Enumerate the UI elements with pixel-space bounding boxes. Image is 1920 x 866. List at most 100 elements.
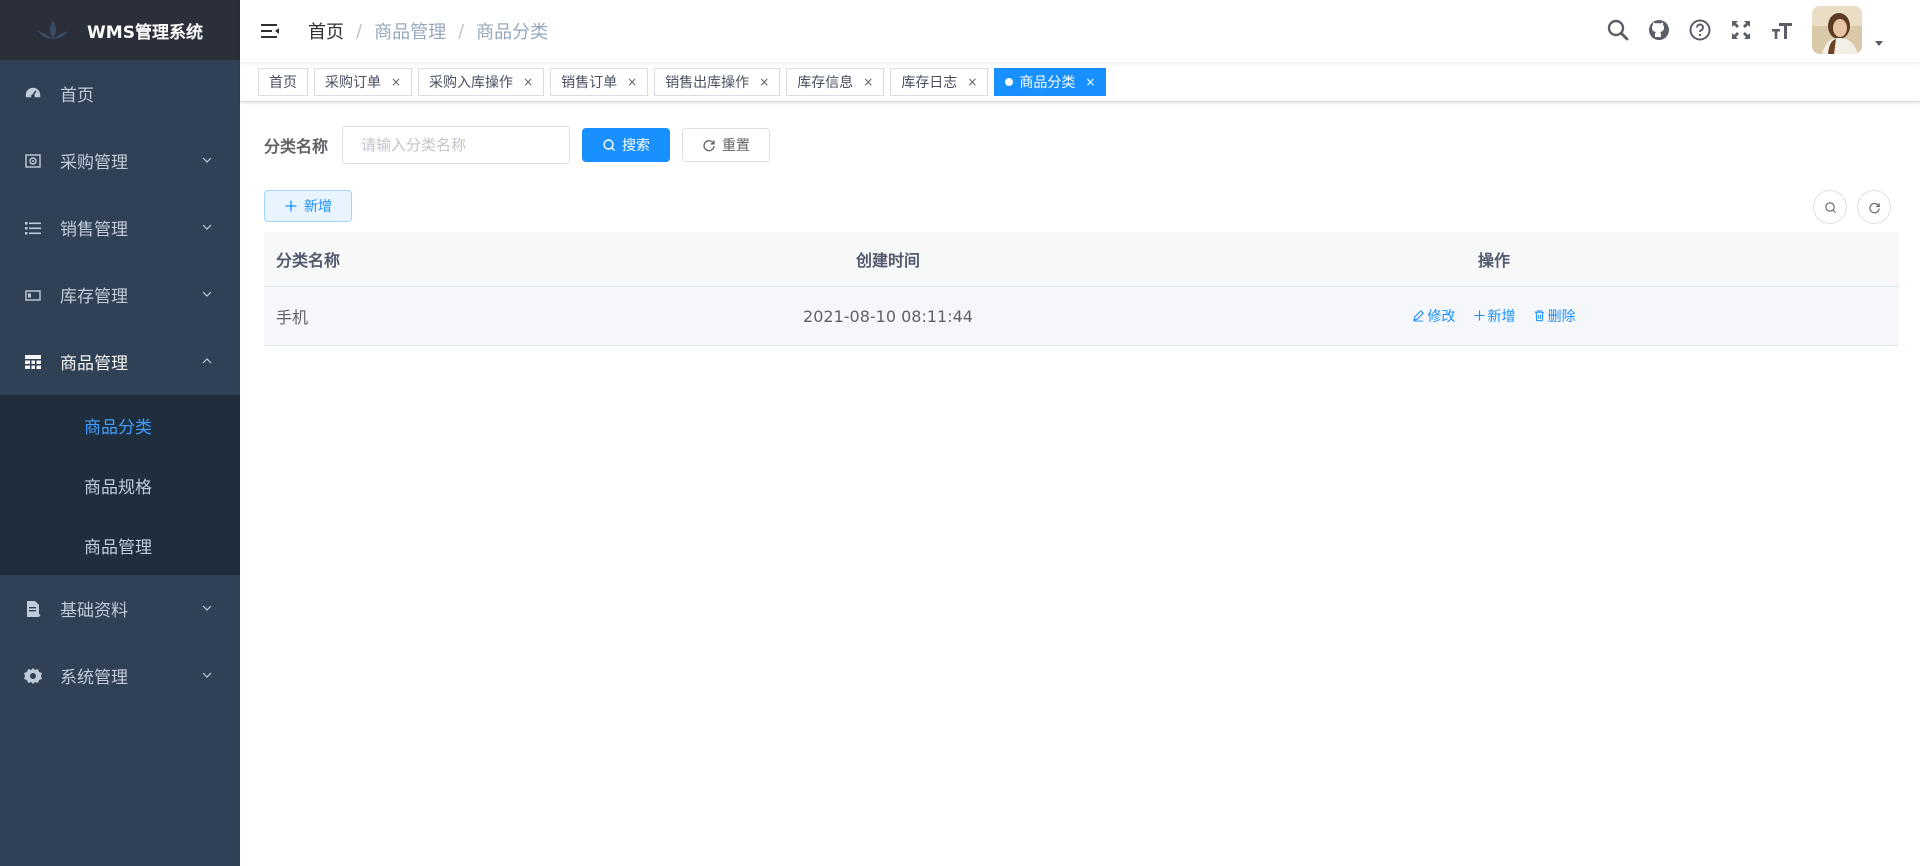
search-icon — [603, 139, 616, 151]
breadcrumb-item-home[interactable]: 首页 — [308, 18, 344, 44]
tag-purchase-inbound[interactable]: 采购入库操作 × — [418, 68, 545, 96]
search-form: 分类名称 搜索 重置 — [264, 126, 1896, 164]
table-row[interactable]: 手机 2021-08-10 08:11:44 修改 新增 删除 — [264, 286, 1899, 346]
chevron-down-icon — [202, 605, 212, 611]
main-area: 首页 / 商品管理 / 商品分类 首页 采购订单 × 采购入库操作 × 销售订单… — [240, 0, 1920, 866]
tag-label: 采购订单 — [325, 75, 381, 91]
breadcrumb-separator: / — [356, 20, 363, 42]
chevron-up-icon — [202, 358, 212, 364]
sidebar-subitem-product-manage[interactable]: 商品管理 — [0, 515, 240, 575]
delete-button[interactable]: 删除 — [1533, 306, 1576, 326]
tag-purchase-order[interactable]: 采购订单 × — [314, 68, 413, 96]
category-table: 分类名称 创建时间 操作 手机 2021-08-10 08:11:44 修改 新… — [264, 232, 1899, 346]
search-icon — [1824, 201, 1836, 213]
search-icon[interactable] — [1606, 18, 1630, 42]
stock-icon — [24, 286, 42, 304]
close-icon[interactable]: × — [627, 75, 637, 89]
add-child-label: 新增 — [1487, 308, 1516, 325]
close-icon[interactable]: × — [863, 75, 873, 89]
search-button[interactable]: 搜索 — [582, 128, 671, 162]
avatar[interactable] — [1812, 6, 1862, 54]
cell-actions: 修改 新增 删除 — [1089, 286, 1899, 346]
close-icon[interactable]: × — [391, 75, 401, 89]
sidebar: WMS管理系统 首页 采购管理 销售管理 库存管理 商品管理 商品分类 商品规格… — [0, 0, 240, 866]
delete-label: 删除 — [1547, 308, 1576, 325]
fullscreen-icon[interactable] — [1729, 18, 1753, 42]
sidebar-item-sales[interactable]: 销售管理 — [0, 194, 240, 261]
right-menu — [1589, 6, 1884, 54]
refresh-icon — [1868, 202, 1880, 213]
toggle-search-button[interactable] — [1813, 190, 1847, 224]
reset-button-label: 重置 — [722, 138, 751, 154]
navbar: 首页 / 商品管理 / 商品分类 — [240, 0, 1920, 63]
tags-view: 首页 采购订单 × 采购入库操作 × 销售订单 × 销售出库操作 × 库存信息 … — [240, 63, 1920, 102]
close-icon[interactable]: × — [759, 75, 769, 89]
reset-button[interactable]: 重置 — [682, 128, 771, 162]
sidebar-item-home[interactable]: 首页 — [0, 60, 240, 127]
table-icon — [24, 353, 42, 371]
plus-icon — [285, 200, 297, 212]
breadcrumb-item-product: 商品管理 — [374, 22, 447, 43]
close-icon[interactable]: × — [967, 75, 977, 89]
document-icon — [24, 600, 42, 618]
add-child-button[interactable]: 新增 — [1473, 306, 1516, 326]
sidebar-item-label: 首页 — [60, 86, 94, 106]
table-header-row: 分类名称 创建时间 操作 — [264, 232, 1899, 287]
add-button[interactable]: 新增 — [264, 190, 352, 222]
purchase-icon — [24, 152, 42, 170]
breadcrumb-item-category: 商品分类 — [476, 22, 549, 43]
tag-home[interactable]: 首页 — [258, 68, 308, 96]
tag-product-category[interactable]: 商品分类 × — [994, 68, 1107, 96]
refresh-icon — [703, 140, 715, 152]
list-icon — [24, 219, 42, 237]
sidebar-subitem-category[interactable]: 商品分类 — [0, 395, 240, 455]
sidebar-item-system[interactable]: 系统管理 — [0, 642, 240, 709]
category-name-label: 分类名称 — [264, 137, 329, 156]
chevron-down-icon — [202, 157, 212, 163]
breadcrumb: 首页 / 商品管理 / 商品分类 — [308, 18, 548, 44]
gear-icon — [24, 667, 42, 685]
sidebar-item-basic-data[interactable]: 基础资料 — [0, 575, 240, 642]
sidebar-item-inventory[interactable]: 库存管理 — [0, 261, 240, 328]
logo[interactable]: WMS管理系统 — [0, 0, 240, 60]
close-icon[interactable]: × — [1085, 75, 1095, 89]
sidebar-item-label: 系统管理 — [60, 668, 128, 688]
product-submenu: 商品分类 商品规格 商品管理 — [0, 395, 240, 575]
hamburger-icon[interactable] — [260, 21, 280, 41]
tag-stock-info[interactable]: 库存信息 × — [786, 68, 885, 96]
close-icon[interactable]: × — [523, 75, 533, 89]
chevron-down-icon — [202, 224, 212, 230]
column-header-name: 分类名称 — [264, 232, 687, 287]
tag-sales-outbound[interactable]: 销售出库操作 × — [654, 68, 781, 96]
column-header-actions: 操作 — [1089, 232, 1899, 287]
refresh-button[interactable] — [1857, 190, 1891, 224]
add-button-label: 新增 — [304, 199, 332, 215]
sidebar-item-label: 商品规格 — [84, 477, 152, 498]
category-name-input[interactable] — [342, 126, 571, 164]
sidebar-subitem-spec[interactable]: 商品规格 — [0, 455, 240, 515]
tag-label: 库存日志 — [901, 75, 958, 91]
tag-label: 销售出库操作 — [665, 75, 750, 91]
sidebar-item-product[interactable]: 商品管理 — [0, 328, 240, 395]
active-dot-icon — [1005, 78, 1014, 86]
help-icon[interactable] — [1688, 18, 1712, 42]
caret-down-icon[interactable] — [1874, 38, 1884, 48]
github-icon[interactable] — [1647, 18, 1671, 42]
edit-button[interactable]: 修改 — [1412, 306, 1455, 326]
tag-label: 销售订单 — [561, 75, 618, 91]
column-header-created: 创建时间 — [687, 232, 1089, 287]
font-size-icon[interactable] — [1770, 18, 1794, 42]
tag-label: 商品分类 — [1019, 75, 1076, 91]
table-toolbar: 新增 — [264, 190, 1896, 224]
logo-icon — [38, 21, 69, 39]
sidebar-item-label: 商品管理 — [84, 537, 152, 558]
tag-sales-order[interactable]: 销售订单 × — [550, 68, 649, 96]
trash-icon — [1534, 310, 1544, 322]
tag-stock-log[interactable]: 库存日志 × — [890, 68, 989, 96]
cell-category-name: 手机 — [264, 286, 687, 346]
tag-label: 采购入库操作 — [429, 75, 514, 91]
sidebar-item-label: 采购管理 — [60, 153, 128, 173]
sidebar-item-purchase[interactable]: 采购管理 — [0, 127, 240, 194]
cell-created-time: 2021-08-10 08:11:44 — [687, 286, 1089, 346]
dashboard-icon — [24, 85, 42, 103]
